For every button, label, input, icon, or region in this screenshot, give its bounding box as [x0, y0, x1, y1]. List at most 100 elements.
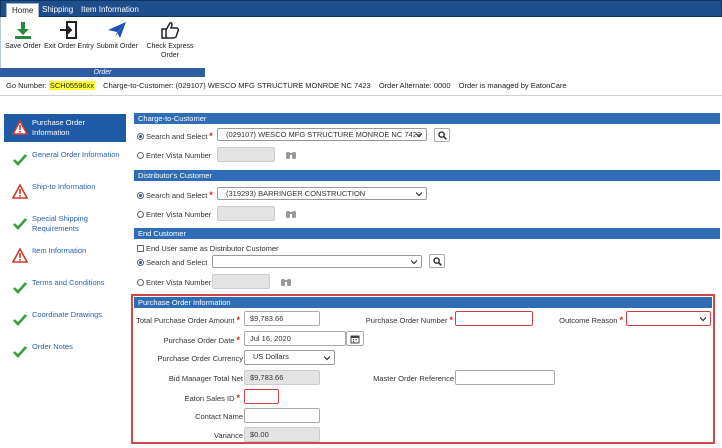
- calendar-button[interactable]: [346, 331, 364, 346]
- go-number-label: Go Number:: [6, 81, 47, 90]
- distributors-customer-header: Distributor's Customer: [134, 170, 720, 181]
- binoculars-icon[interactable]: [278, 275, 294, 289]
- charge-to-customer-header: Charge-to-Customer: [134, 113, 720, 124]
- ribbon-group-label: Order: [0, 68, 205, 77]
- distributor-search-label: Search and Select: [146, 191, 208, 200]
- sidebar-item-general-order-information[interactable]: General Order Information: [4, 146, 126, 174]
- charge-customer-select[interactable]: (029107) WESCO MFG STRUCTURE MONROE NC 7…: [217, 128, 427, 141]
- distributor-customer-value: (319293) BARRINGER CONSTRUCTION: [226, 189, 366, 198]
- checkmark-icon: [13, 314, 27, 326]
- go-number-value: SCH05596xx: [48, 81, 96, 90]
- paper-plane-icon: [108, 22, 126, 38]
- ribbon-body: Save Order Exit Order Entry Submit Order…: [0, 17, 205, 68]
- ribbon: Home Shipping Item Information Save Orde…: [0, 0, 722, 77]
- end-customer-select[interactable]: [212, 255, 422, 268]
- sidebar-item-label: Item Information: [32, 246, 87, 255]
- required-asterisk: *: [209, 131, 213, 141]
- distributor-customer-select[interactable]: (319293) BARRINGER CONSTRUCTION: [217, 187, 427, 200]
- sidebar-item-label: Order Notes: [32, 342, 73, 351]
- end-user-same-label: End User same as Distributor Customer: [146, 244, 279, 253]
- contact-name-input[interactable]: [244, 408, 320, 423]
- radio-unselected[interactable]: [137, 151, 144, 159]
- radio-selected[interactable]: [137, 132, 144, 140]
- tab-shipping[interactable]: Shipping: [37, 3, 78, 17]
- sales-id-input[interactable]: [244, 389, 279, 404]
- distributor-vista-input[interactable]: [217, 206, 275, 221]
- save-order-label: Save Order: [5, 43, 41, 50]
- distributor-vista-radio[interactable]: Enter Vista Number: [137, 210, 211, 219]
- warning-icon: [12, 120, 28, 135]
- chevron-down-icon: [700, 317, 706, 322]
- save-order-button[interactable]: Save Order: [5, 20, 41, 51]
- end-customer-vista-radio[interactable]: Enter Vista Number: [137, 278, 211, 287]
- distributor-search-radio[interactable]: Search and Select *: [137, 190, 213, 200]
- variance-input: $0.00: [244, 427, 320, 442]
- radio-selected[interactable]: [137, 258, 144, 266]
- end-user-same-checkbox[interactable]: [137, 244, 144, 252]
- sidebar-item-label: Purchase Order Information: [32, 118, 85, 137]
- end-user-same-checkbox-row[interactable]: End User same as Distributor Customer: [137, 244, 279, 253]
- sidebar-item-label: Terms and Conditions: [32, 278, 105, 287]
- charge-vista-radio[interactable]: Enter Vista Number: [137, 151, 211, 160]
- tab-item-information[interactable]: Item Information: [76, 3, 144, 17]
- checkmark-icon: [13, 346, 27, 358]
- sidebar-item-item-information[interactable]: Item Information: [4, 242, 126, 270]
- bid-total-input: $9,783.66: [244, 370, 320, 385]
- end-customer-search-label: Search and Select: [146, 258, 208, 267]
- bid-total-label: Bid Manager Total Net: [168, 374, 243, 383]
- binoculars-icon[interactable]: [283, 207, 299, 221]
- exit-order-entry-button[interactable]: Exit Order Entry: [44, 20, 94, 51]
- contact-name-label: Contact Name: [195, 412, 243, 421]
- sidebar-item-ship-to-information[interactable]: Ship-to Information: [4, 178, 126, 206]
- radio-unselected[interactable]: [137, 210, 144, 218]
- tab-home[interactable]: Home: [6, 3, 40, 18]
- distributor-vista-label: Enter Vista Number: [146, 210, 212, 219]
- checkmark-icon: [13, 282, 27, 294]
- sidebar-item-order-notes[interactable]: Order Notes: [4, 338, 126, 366]
- total-amount-label: Total Purchase Order Amount *: [136, 315, 240, 325]
- end-customer-search-button[interactable]: [429, 254, 445, 268]
- total-amount-input[interactable]: $9,783.66: [244, 311, 320, 326]
- end-customer-search-radio[interactable]: Search and Select: [137, 258, 207, 267]
- radio-selected[interactable]: [137, 191, 144, 199]
- po-number-input[interactable]: [455, 311, 533, 326]
- end-customer-vista-input[interactable]: [212, 274, 270, 289]
- charge-vista-input[interactable]: [217, 147, 275, 162]
- po-currency-select[interactable]: US Dollars: [244, 350, 335, 365]
- submit-order-label: Submit Order: [96, 43, 138, 50]
- purchase-order-information-header: Purchase Order Information: [134, 297, 712, 308]
- exit-icon: [60, 21, 77, 39]
- sidebar-item-terms-and-conditions[interactable]: Terms and Conditions: [4, 274, 126, 302]
- order-info-line: Go Number: SCH05596xx Charge-to-Customer:…: [6, 81, 573, 90]
- sales-id-label: Eaton Sales ID *: [184, 393, 240, 403]
- chevron-down-icon: [411, 260, 417, 265]
- search-icon: [433, 257, 442, 266]
- warning-icon: [12, 248, 28, 263]
- end-customer-header: End Customer: [134, 228, 720, 239]
- charge-search-button[interactable]: [434, 128, 450, 142]
- sidebar-item-label: Coordinate Drawings: [32, 310, 103, 319]
- charge-vista-label: Enter Vista Number: [146, 151, 212, 160]
- outcome-reason-label: Outcome Reason *: [559, 315, 623, 325]
- checkmark-icon: [13, 154, 27, 166]
- binoculars-icon[interactable]: [283, 148, 299, 162]
- sidebar-item-purchase-order-information[interactable]: Purchase Order Information: [4, 114, 126, 142]
- check-express-order-label: Check Express Order: [146, 43, 194, 59]
- sidebar-item-coordinate-drawings[interactable]: Coordinate Drawings: [4, 306, 126, 334]
- check-express-order-button[interactable]: Check Express Order: [144, 20, 196, 60]
- sidebar-item-special-shipping-requirements[interactable]: Special Shipping Requirements: [4, 210, 126, 238]
- submit-order-button[interactable]: Submit Order: [96, 20, 138, 51]
- po-date-input[interactable]: Jul 16, 2020: [244, 331, 346, 346]
- po-number-label: Purchase Order Number *: [365, 315, 453, 325]
- radio-unselected[interactable]: [137, 278, 144, 286]
- download-icon: [15, 22, 31, 39]
- po-currency-label: Purchase Order Currency: [157, 354, 243, 363]
- chevron-down-icon: [416, 133, 422, 138]
- end-customer-vista-label: Enter Vista Number: [146, 278, 212, 287]
- master-order-reference-input[interactable]: [455, 370, 555, 385]
- charge-to-info: Charge-to-Customer: (029107) WESCO MFG S…: [103, 81, 371, 90]
- sidebar-item-label: Ship-to Information: [32, 182, 96, 191]
- exit-order-entry-label: Exit Order Entry: [44, 43, 94, 50]
- charge-search-radio[interactable]: Search and Select *: [137, 131, 213, 141]
- outcome-reason-select[interactable]: [626, 311, 711, 326]
